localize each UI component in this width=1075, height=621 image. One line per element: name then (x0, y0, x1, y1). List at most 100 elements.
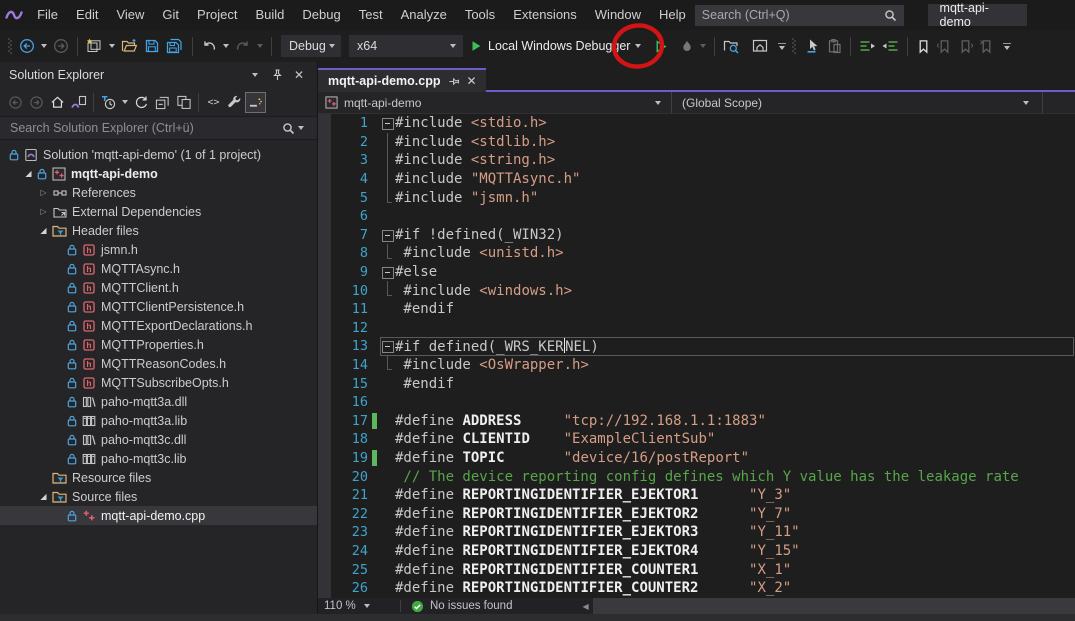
uncomment-lines-button[interactable] (879, 34, 902, 58)
tree-item-header-files[interactable]: ◢Header files (0, 221, 317, 240)
tab-mqtt-api-demo-cpp[interactable]: mqtt-api-demo.cpp ✕ (318, 68, 486, 92)
previous-bookmark-button[interactable] (934, 34, 955, 58)
next-bookmark-button[interactable] (955, 34, 976, 58)
tree-item-mqttreasoncodes-h[interactable]: hMQTTReasonCodes.h (0, 354, 317, 373)
start-debugging-dropdown[interactable] (635, 44, 641, 48)
solution-platform-combo[interactable]: x64 (349, 35, 463, 57)
code-line-26[interactable]: 26#define REPORTINGIDENTIFIER_COUNTER2 "… (318, 579, 1075, 598)
fold-collapse-box[interactable] (380, 226, 395, 245)
open-file-button[interactable] (118, 34, 141, 58)
code-line-5[interactable]: 5#include "jsmn.h" (318, 188, 1075, 207)
tree-item-mqtt-api-demo[interactable]: ◢mqtt-api-demo (0, 164, 317, 183)
menu-item-extensions[interactable]: Extensions (504, 0, 586, 30)
clear-bookmarks-button[interactable] (976, 34, 997, 58)
code-line-2[interactable]: 2#include <stdlib.h> (318, 133, 1075, 152)
navigate-back-dropdown[interactable] (41, 44, 47, 48)
zoom-level-combo[interactable]: 110 % (318, 600, 394, 612)
menu-item-help[interactable]: Help (650, 0, 695, 30)
tree-item-mqtt-api-demo-cpp[interactable]: mqtt-api-demo.cpp (0, 506, 317, 525)
code-line-14[interactable]: 14 #include <OsWrapper.h> (318, 356, 1075, 375)
properties-wrench-button[interactable] (224, 92, 245, 113)
collapse-all-button[interactable] (152, 92, 173, 113)
tree-item-source-files[interactable]: ◢Source files (0, 487, 317, 506)
refresh-icon[interactable] (131, 92, 152, 113)
tree-item-external-dependencies[interactable]: ▷External Dependencies (0, 202, 317, 221)
menu-item-debug[interactable]: Debug (293, 0, 349, 30)
show-all-files-button[interactable] (173, 92, 194, 113)
home-icon[interactable] (47, 92, 68, 113)
toolbar-overflow-button[interactable] (1003, 43, 1011, 50)
start-without-debugging-button[interactable] (650, 34, 671, 58)
menu-item-edit[interactable]: Edit (67, 0, 107, 30)
new-project-dropdown[interactable] (109, 44, 115, 48)
new-project-button[interactable] (83, 34, 106, 58)
home-split-dropdown[interactable] (778, 43, 786, 50)
code-line-1[interactable]: 1#include <stdio.h> (318, 114, 1075, 133)
menu-item-git[interactable]: Git (153, 0, 188, 30)
toggle-bookmark-button[interactable] (913, 34, 934, 58)
expander-collapsed-icon[interactable]: ▷ (36, 202, 51, 221)
pending-changes-filter-button[interactable] (98, 92, 119, 113)
tree-item-mqttclient-h[interactable]: hMQTTClient.h (0, 278, 317, 297)
menu-item-view[interactable]: View (107, 0, 153, 30)
view-code-button[interactable]: <> (203, 92, 224, 113)
horizontal-scrollbar[interactable] (593, 598, 1075, 614)
tab-pin-icon[interactable] (449, 76, 459, 87)
code-line-15[interactable]: 15 #endif (318, 374, 1075, 393)
solution-explorer-home-button[interactable] (749, 34, 772, 58)
member-dropdown[interactable] (1043, 92, 1075, 113)
code-line-20[interactable]: 20 // The device reporting config define… (318, 467, 1075, 486)
hscroll-left-arrow[interactable]: ◀ (582, 602, 588, 611)
tree-item-paho-mqtt3c-lib[interactable]: paho-mqtt3c.lib (0, 449, 317, 468)
preview-selected-items-button[interactable] (245, 92, 266, 113)
tree-item-mqttasync-h[interactable]: hMQTTAsync.h (0, 259, 317, 278)
show-next-statement-button[interactable] (802, 34, 824, 58)
menu-item-test[interactable]: Test (350, 0, 392, 30)
tree-item-paho-mqtt3a-lib[interactable]: paho-mqtt3a.lib (0, 411, 317, 430)
menu-item-tools[interactable]: Tools (456, 0, 504, 30)
code-line-25[interactable]: 25#define REPORTINGIDENTIFIER_COUNTER1 "… (318, 560, 1075, 579)
paste-button[interactable] (824, 34, 845, 58)
hot-reload-button[interactable] (677, 34, 697, 58)
save-all-button[interactable] (163, 34, 187, 58)
find-in-files-button[interactable] (720, 34, 743, 58)
code-line-8[interactable]: 8 #include <unistd.h> (318, 244, 1075, 263)
code-line-23[interactable]: 23#define REPORTINGIDENTIFIER_EJEKTOR3 "… (318, 523, 1075, 542)
code-line-12[interactable]: 12 (318, 319, 1075, 338)
tree-item-mqttsubscribeopts-h[interactable]: hMQTTSubscribeOpts.h (0, 373, 317, 392)
comment-lines-button[interactable] (856, 34, 879, 58)
menu-item-window[interactable]: Window (586, 0, 650, 30)
code-line-19[interactable]: 19#define TOPIC "device/16/postReport" (318, 449, 1075, 468)
code-line-16[interactable]: 16 (318, 393, 1075, 412)
code-line-4[interactable]: 4#include "MQTTAsync.h" (318, 170, 1075, 189)
quick-search-box[interactable]: Search (Ctrl+Q) (695, 5, 904, 26)
sync-with-active-document-button[interactable] (68, 92, 89, 113)
redo-dropdown[interactable] (257, 44, 263, 48)
navigate-back-button[interactable] (16, 34, 38, 58)
redo-button[interactable] (232, 34, 254, 58)
code-line-10[interactable]: 10 #include <windows.h> (318, 281, 1075, 300)
tree-item-mqttclientpersistence-h[interactable]: hMQTTClientPersistence.h (0, 297, 317, 316)
solution-explorer-header[interactable]: Solution Explorer ✕ (0, 62, 317, 88)
code-line-24[interactable]: 24#define REPORTINGIDENTIFIER_EJEKTOR4 "… (318, 542, 1075, 561)
tree-item-resource-files[interactable]: Resource files (0, 468, 317, 487)
tree-item-references[interactable]: ▷References (0, 183, 317, 202)
expander-collapsed-icon[interactable]: ▷ (36, 183, 51, 202)
tree-item-jsmn-h[interactable]: hjsmn.h (0, 240, 317, 259)
menu-item-file[interactable]: File (28, 0, 67, 30)
undo-dropdown[interactable] (223, 44, 229, 48)
code-line-13[interactable]: 13#if defined(_WRS_KERNEL) (318, 337, 1075, 356)
menu-item-project[interactable]: Project (188, 0, 246, 30)
health-indicator[interactable]: No issues found (407, 600, 516, 613)
close-icon[interactable]: ✕ (290, 66, 308, 84)
scope-dropdown[interactable]: (Global Scope) (672, 92, 1043, 113)
expander-expanded-icon[interactable]: ◢ (36, 487, 51, 506)
code-line-18[interactable]: 18#define CLIENTID "ExampleClientSub" (318, 430, 1075, 449)
expander-expanded-icon[interactable]: ◢ (36, 221, 51, 240)
code-line-3[interactable]: 3#include <string.h> (318, 151, 1075, 170)
fold-collapse-box[interactable] (380, 263, 395, 282)
search-options-dropdown[interactable] (298, 126, 304, 130)
se-forward-button[interactable] (26, 92, 47, 113)
code-line-6[interactable]: 6 (318, 207, 1075, 226)
fold-collapse-box[interactable] (380, 114, 395, 133)
